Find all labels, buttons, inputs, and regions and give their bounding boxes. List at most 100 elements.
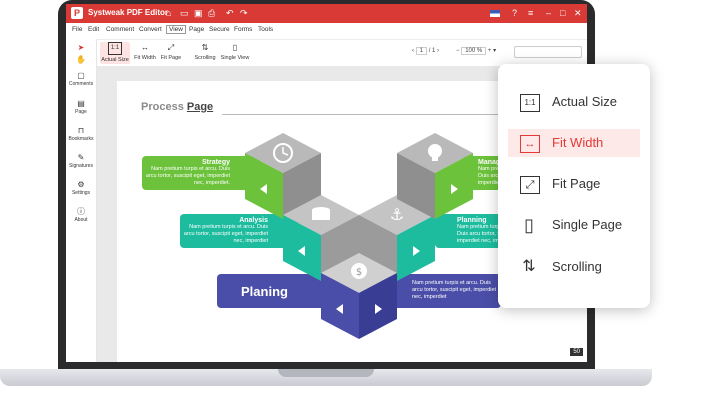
page-icon: ▤ <box>77 99 85 108</box>
home-icon[interactable]: ⌂ <box>166 7 171 19</box>
scrolling-label: Scrolling <box>194 55 216 61</box>
fit-page-icon: ⤢ <box>167 43 175 52</box>
view-toolbar: 1:1 Actual Size ↔ Fit Width ⤢ Fit Page ⇅… <box>96 40 587 67</box>
menu-tools[interactable]: Tools <box>258 26 273 33</box>
sidebar-page-label: Page <box>75 109 87 115</box>
dropdown-fit-width-label: Fit Width <box>552 135 604 150</box>
fit-width-icon: ↔ <box>141 43 149 52</box>
zoom-control: − 100 % + ▾ <box>456 47 496 55</box>
planing-title: Planing <box>241 284 288 299</box>
fit-width-label: Fit Width <box>134 55 156 61</box>
title-bar: P Systweak PDF Editor ⌂ ▭ ▣ ⎙ ↶ ↷ ? ≡ – … <box>66 4 587 23</box>
help-icon[interactable]: ? <box>512 7 517 19</box>
comment-icon: ▢ <box>77 71 85 80</box>
planing-desc: Nam pretium turpis et arcu. Duis arcu to… <box>412 280 497 300</box>
page-input[interactable]: 1 <box>415 47 428 55</box>
dropdown-single-page[interactable]: ▯ Single Page <box>508 211 640 239</box>
zoom-input[interactable]: 100 % <box>461 47 487 55</box>
redo-icon[interactable]: ↷ <box>240 7 248 19</box>
actual-size-icon: 1:1 <box>520 94 540 112</box>
sidebar-comments[interactable]: ▢ Comments <box>66 71 96 87</box>
undo-icon[interactable]: ↶ <box>226 7 234 19</box>
next-page-icon[interactable]: › <box>437 48 439 54</box>
select-tool[interactable]: ➤ <box>66 43 96 53</box>
fit-page-icon: ⤢ <box>520 176 540 194</box>
fit-width-icon: ↔ <box>520 135 540 153</box>
single-view-icon: ▯ <box>232 43 238 52</box>
menu-convert[interactable]: Convert <box>139 26 162 33</box>
actual-size-button[interactable]: 1:1 Actual Size <box>100 42 130 64</box>
app-title: Systweak PDF Editor <box>88 8 169 17</box>
single-view-label: Single View <box>220 55 250 61</box>
app-logo-icon: P <box>71 7 83 19</box>
folder-icon[interactable]: ▭ <box>180 7 189 19</box>
page-total: / 1 <box>428 48 436 54</box>
svg-text:$: $ <box>356 267 362 278</box>
sidebar-settings-label: Settings <box>71 190 91 196</box>
view-mode-dropdown: 1:1 Actual Size ↔ Fit Width ⤢ Fit Page ▯… <box>498 64 650 308</box>
gear-icon: ⚙ <box>77 180 85 189</box>
info-icon: ⓘ <box>77 207 85 216</box>
page-heading-bold: Page <box>186 101 214 113</box>
hand-tool[interactable]: ✋ <box>66 55 96 65</box>
flag-icon[interactable] <box>490 10 500 17</box>
menu-view[interactable]: View <box>166 25 186 34</box>
hand-icon: ✋ <box>76 55 86 64</box>
dropdown-fit-width[interactable]: ↔ Fit Width <box>508 129 640 157</box>
cube-management <box>397 133 473 219</box>
single-page-icon: ▯ <box>524 215 534 235</box>
strategy-banner: Strategy Nam pretium turpis et arcu. Dui… <box>142 156 260 190</box>
menu-icon[interactable]: ≡ <box>528 7 533 19</box>
signature-icon: ✎ <box>77 153 85 162</box>
sidebar-page[interactable]: ▤ Page <box>66 99 96 115</box>
maximize-icon[interactable]: □ <box>560 7 565 19</box>
page-heading: Process Page <box>141 101 213 113</box>
sidebar-signatures[interactable]: ✎ Signatures <box>66 153 96 169</box>
prev-page-icon[interactable]: ‹ <box>412 48 414 54</box>
print-icon[interactable]: ⎙ <box>208 7 215 19</box>
left-sidebar: ➤ ✋ ▢ Comments ▤ Page ⊓ Bookmarks ✎ Signatur… <box>66 39 97 362</box>
fit-page-button[interactable]: ⤢ Fit Page <box>156 42 186 61</box>
zoom-dropdown-icon[interactable]: ▾ <box>493 48 496 54</box>
menu-bar: File Edit Comment Convert View Page Secu… <box>66 23 587 40</box>
dropdown-scrolling-label: Scrolling <box>552 259 602 274</box>
page-navigator: ‹ 1 / 1 › <box>412 47 439 55</box>
sidebar-settings[interactable]: ⚙ Settings <box>66 180 96 196</box>
single-view-button[interactable]: ▯ Single View <box>218 42 252 61</box>
save-icon[interactable]: ▣ <box>194 7 203 19</box>
menu-page[interactable]: Page <box>189 26 204 33</box>
zoom-in-icon[interactable]: + <box>488 48 492 54</box>
strategy-title: Strategy <box>201 159 230 166</box>
menu-secure[interactable]: Secure <box>209 26 230 33</box>
sidebar-signatures-label: Signatures <box>69 163 93 169</box>
scrolling-icon: ⇅ <box>522 258 536 275</box>
dropdown-scrolling[interactable]: ⇅ Scrolling <box>508 253 640 281</box>
actual-size-label: Actual Size <box>101 57 129 63</box>
bookmark-icon: ⊓ <box>77 126 85 135</box>
laptop-notch <box>278 369 374 377</box>
sidebar-about-label: About <box>74 217 88 223</box>
search-input[interactable] <box>514 46 582 58</box>
strategy-desc: Nam pretium turpis et arcu. Duis arcu to… <box>145 166 230 186</box>
cube-planing: $ <box>321 253 397 339</box>
page-number-badge: 50 <box>570 348 583 356</box>
dropdown-actual-size[interactable]: 1:1 Actual Size <box>508 88 640 116</box>
sidebar-comments-label: Comments <box>68 81 94 87</box>
scrolling-button[interactable]: ⇅ Scrolling <box>190 42 220 61</box>
menu-edit[interactable]: Edit <box>88 26 99 33</box>
dropdown-single-page-label: Single Page <box>552 217 623 232</box>
minimize-icon[interactable]: – <box>546 7 551 19</box>
analysis-banner: Analysis Nam pretium turpis et arcu. Dui… <box>180 214 298 248</box>
sidebar-bookmarks[interactable]: ⊓ Bookmarks <box>66 126 96 142</box>
fit-page-label: Fit Page <box>160 55 182 61</box>
close-icon[interactable]: ✕ <box>574 7 582 19</box>
cursor-icon: ➤ <box>77 43 85 52</box>
menu-comment[interactable]: Comment <box>106 26 134 33</box>
zoom-out-icon[interactable]: − <box>456 48 460 54</box>
menu-forms[interactable]: Forms <box>234 26 252 33</box>
menu-file[interactable]: File <box>72 26 82 33</box>
sidebar-about[interactable]: ⓘ About <box>66 207 96 223</box>
dropdown-fit-page-label: Fit Page <box>552 176 601 191</box>
scrolling-icon: ⇅ <box>201 43 209 52</box>
dropdown-fit-page[interactable]: ⤢ Fit Page <box>508 170 640 198</box>
